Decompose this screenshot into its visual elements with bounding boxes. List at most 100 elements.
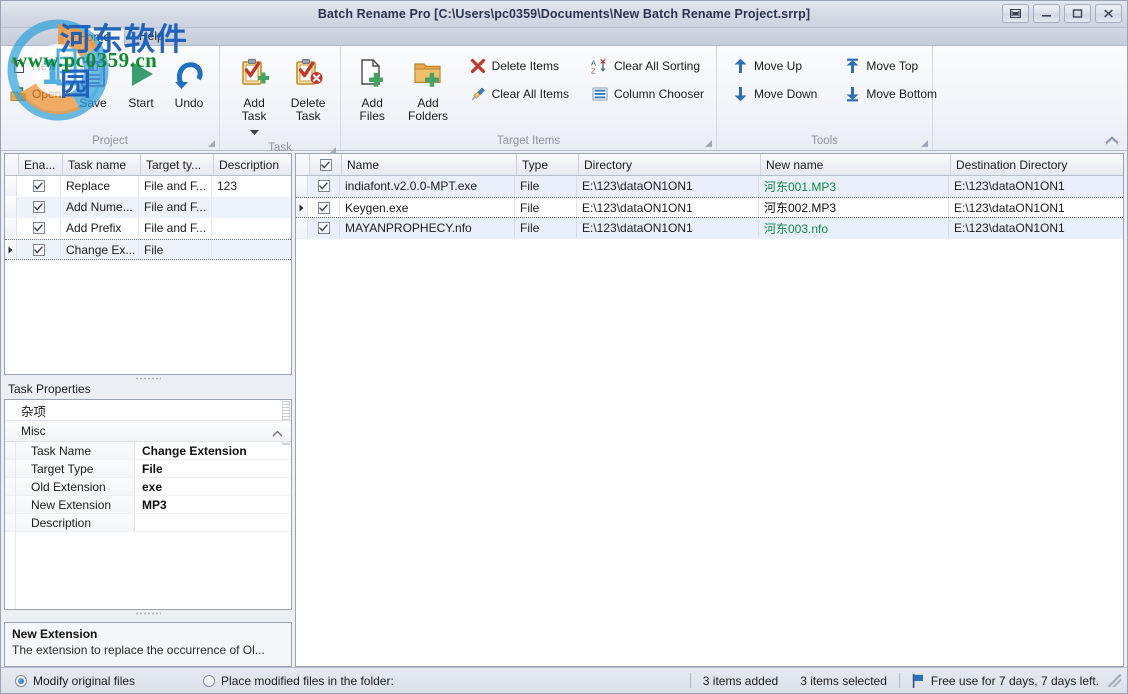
ribbon-group-target-items-title: Target Items	[341, 131, 716, 150]
file-row-checkbox[interactable]	[318, 180, 330, 192]
property-value[interactable]	[135, 514, 291, 531]
items-selected-status: 3 items selected	[800, 674, 887, 688]
table-row[interactable]: MAYANPROPHECY.nfo File E:\123\dataON1ON1…	[296, 218, 1123, 239]
props-category-misc[interactable]: Misc	[5, 421, 291, 442]
file-row-checkbox[interactable]	[318, 222, 330, 234]
left-pane-splitter[interactable]	[4, 375, 292, 382]
flag-icon	[912, 674, 924, 688]
minimize-button[interactable]	[1033, 4, 1060, 23]
row-indicator	[5, 197, 17, 217]
task-target-type-cell: File and F...	[139, 176, 212, 196]
ribbon-group-task: Add Task	[220, 46, 341, 150]
add-task-button[interactable]: Add Task	[226, 50, 282, 138]
table-row[interactable]: indiafont.v2.0.0-MPT.exe File E:\123\dat…	[296, 176, 1123, 197]
delete-task-button[interactable]: Delete Task	[282, 50, 334, 123]
file-col-new-name[interactable]: New name	[761, 154, 951, 175]
clear-all-items-button[interactable]: Clear All Items	[467, 80, 575, 108]
target-items-dialog-launcher-icon[interactable]	[705, 140, 712, 147]
move-down-button[interactable]: Move Down	[729, 80, 823, 108]
property-value[interactable]: File	[135, 460, 291, 477]
tab-help[interactable]: Help	[125, 27, 178, 45]
table-row[interactable]: Add Prefix File and F...	[5, 218, 291, 239]
task-enabled-cell[interactable]	[17, 218, 61, 238]
task-enabled-cell[interactable]	[17, 240, 61, 259]
add-folders-button[interactable]: Add Folders	[397, 50, 458, 123]
close-button[interactable]	[1095, 4, 1122, 23]
file-grid-indicator-header	[296, 154, 310, 175]
table-row[interactable]: Replace File and F... 123	[5, 176, 291, 197]
task-col-task-name[interactable]: Task name	[63, 154, 141, 175]
task-enabled-checkbox[interactable]	[33, 180, 45, 192]
property-row[interactable]: Task Name Change Extension	[5, 442, 291, 460]
save-button[interactable]: Save	[69, 50, 117, 110]
file-col-directory[interactable]: Directory	[579, 154, 761, 175]
task-properties-grid[interactable]: 杂项 Misc Task Name Change Extension Targe…	[4, 399, 292, 610]
select-all-checkbox[interactable]	[320, 159, 332, 171]
property-value[interactable]: exe	[135, 478, 291, 495]
tools-dialog-launcher-icon[interactable]	[921, 140, 928, 147]
move-up-button[interactable]: Move Up	[729, 52, 823, 80]
file-col-type[interactable]: Type	[517, 154, 579, 175]
maximize-button[interactable]	[1064, 4, 1091, 23]
property-row[interactable]: Description	[5, 514, 291, 532]
new-button[interactable]: New	[7, 52, 69, 80]
task-properties-caption: Task Properties	[4, 382, 292, 399]
task-description-cell	[212, 197, 291, 217]
undo-button[interactable]: Undo	[165, 50, 213, 110]
radio-selected-icon[interactable]	[15, 675, 27, 687]
resize-grip-icon[interactable]	[1108, 674, 1121, 687]
task-enabled-checkbox[interactable]	[33, 201, 45, 213]
move-top-button[interactable]: Move Top	[841, 52, 943, 80]
file-type-cell: File	[515, 218, 577, 238]
task-enabled-cell[interactable]	[17, 176, 61, 196]
file-col-name[interactable]: Name	[342, 154, 517, 175]
delete-items-button[interactable]: Delete Items	[467, 52, 575, 80]
tab-home[interactable]: Home	[63, 27, 125, 46]
property-value[interactable]: MP3	[135, 496, 291, 513]
restore-down-button[interactable]	[1002, 4, 1029, 23]
file-grid[interactable]: Name Type Directory New name Destination…	[295, 153, 1124, 667]
table-row[interactable]: Add Nume... File and F...	[5, 197, 291, 218]
project-dialog-launcher-icon[interactable]	[208, 140, 215, 147]
task-col-enabled[interactable]: Ena...	[19, 154, 63, 175]
file-checkbox-cell[interactable]	[308, 218, 340, 238]
ribbon-filler	[933, 46, 1127, 150]
task-col-target-type[interactable]: Target ty...	[141, 154, 214, 175]
file-col-destination[interactable]: Destination Directory	[951, 154, 1123, 175]
tab-help-label: Help	[139, 29, 164, 43]
radio-unselected-icon[interactable]	[203, 675, 215, 687]
task-dialog-launcher-icon[interactable]	[329, 147, 336, 154]
file-col-select-all[interactable]	[310, 154, 342, 175]
clear-all-sorting-button[interactable]: A Z Clear All Sorting	[589, 52, 710, 80]
file-row-checkbox[interactable]	[318, 202, 330, 214]
file-directory-cell: E:\123\dataON1ON1	[577, 198, 759, 217]
task-enabled-checkbox[interactable]	[33, 244, 45, 256]
task-enabled-cell[interactable]	[17, 197, 61, 217]
property-value[interactable]: Change Extension	[135, 442, 291, 459]
ribbon-collapse-chevron-icon[interactable]	[1103, 132, 1121, 148]
table-row[interactable]: Change Ex... File	[5, 239, 291, 260]
file-checkbox-cell[interactable]	[308, 176, 340, 196]
property-row[interactable]: New Extension MP3	[5, 496, 291, 514]
items-added-status: 3 items added	[703, 674, 778, 688]
description-splitter[interactable]	[4, 610, 292, 617]
column-chooser-button[interactable]: Column Chooser	[589, 80, 710, 108]
task-name-cell: Change Ex...	[61, 240, 139, 259]
chevron-up-icon[interactable]	[272, 426, 283, 440]
property-row[interactable]: Old Extension exe	[5, 478, 291, 496]
task-enabled-checkbox[interactable]	[33, 222, 45, 234]
props-category-misc-label: Misc	[21, 424, 46, 438]
add-files-button[interactable]: Add Files	[347, 50, 397, 123]
task-grid[interactable]: Ena... Task name Target ty... Descriptio…	[4, 153, 292, 375]
modify-original-files-radio[interactable]: Modify original files	[15, 674, 135, 688]
open-button[interactable]: Open	[7, 80, 69, 108]
add-task-dropdown-chevron-icon[interactable]	[250, 124, 259, 138]
tools-col-1: Move Up Move Down	[729, 50, 823, 108]
start-button[interactable]: Start	[117, 50, 165, 110]
task-col-description[interactable]: Description	[214, 154, 291, 175]
table-row[interactable]: Keygen.exe File E:\123\dataON1ON1 河东002.…	[296, 197, 1123, 218]
move-bottom-button[interactable]: Move Bottom	[841, 80, 943, 108]
file-checkbox-cell[interactable]	[308, 198, 340, 217]
property-row[interactable]: Target Type File	[5, 460, 291, 478]
place-modified-files-radio[interactable]: Place modified files in the folder:	[203, 674, 394, 688]
